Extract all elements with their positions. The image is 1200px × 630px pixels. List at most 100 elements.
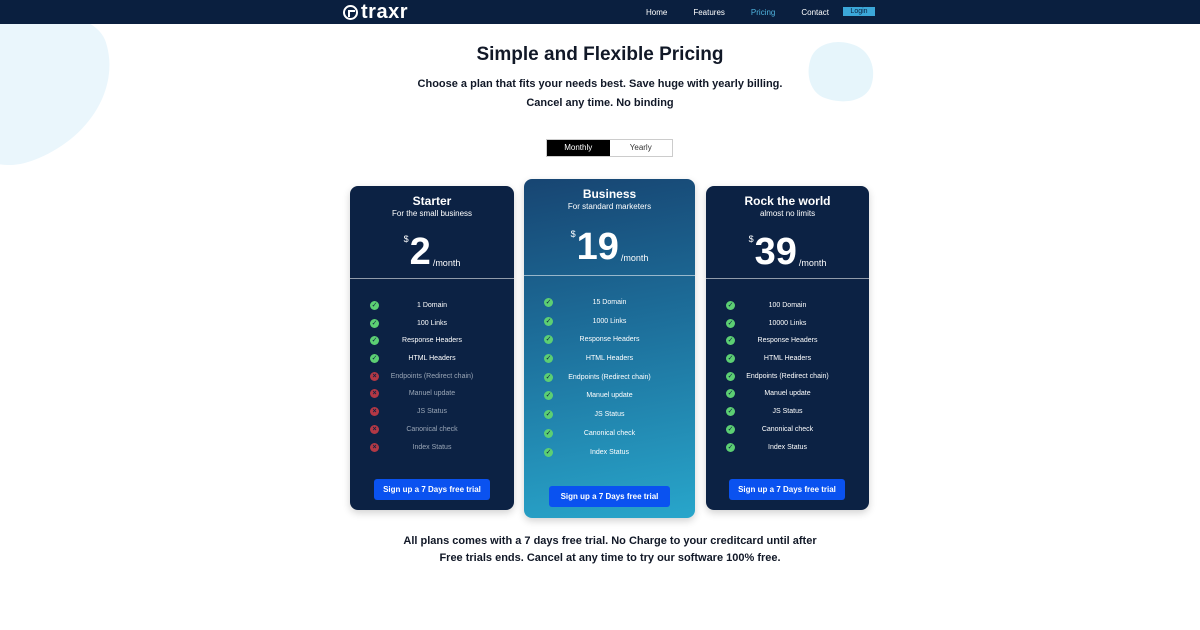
feature-label: Manuel update <box>586 392 633 400</box>
plan-price: $ 39 /month <box>706 231 869 273</box>
feature-item: ✓ 15 Domain <box>524 296 695 315</box>
feature-label: JS Status <box>772 408 803 416</box>
toggle-yearly[interactable]: Yearly <box>609 140 672 156</box>
feature-item: ✓ Index Status <box>524 446 695 465</box>
price-amount: 2 <box>409 231 431 273</box>
plan-card-business: Business For standard marketers $ 19 /mo… <box>524 179 695 518</box>
feature-label: Response Headers <box>579 336 640 344</box>
price-period: /month <box>432 258 461 268</box>
feature-label: Response Headers <box>757 337 818 345</box>
feature-item: ✓ Endpoints (Redirect chain) <box>524 371 695 390</box>
feature-item: ✓ HTML Headers <box>706 352 869 370</box>
feature-label: Response Headers <box>402 337 462 345</box>
footer-note-line-2: Free trials ends. Cancel at any time to … <box>439 552 781 564</box>
page-subtitle: Choose a plan that fits your needs best.… <box>300 75 900 113</box>
feature-list: ✓ 1 Domain ✓ 100 Links ✓ Response Headers ✓ HTM… <box>350 299 514 458</box>
feature-label: Canonical check <box>406 425 458 433</box>
card-divider <box>524 275 695 276</box>
feature-item: ✓ Index Status <box>706 441 869 459</box>
feature-item: ✓ JS Status <box>706 405 869 423</box>
feature-item: × Index Status <box>350 441 514 459</box>
feature-label: Endpoints (Redirect chain) <box>746 372 829 380</box>
signup-trial-button[interactable]: Sign up a 7 Days free trial <box>374 479 490 500</box>
feature-label: Index Status <box>412 443 452 451</box>
main-nav: Home Features Pricing Contact <box>646 0 855 24</box>
feature-label: Index Status <box>590 448 629 456</box>
plan-card-rock-the-world: Rock the world almost no limits $ 39 /mo… <box>706 186 869 510</box>
footer-note-line-1: All plans comes with a 7 days free trial… <box>403 535 817 547</box>
feature-label: HTML Headers <box>763 355 812 363</box>
feature-item: ✓ 1000 Links <box>524 315 695 334</box>
feature-label: 1000 Links <box>592 317 627 325</box>
feature-item: ✓ 100 Domain <box>706 299 869 317</box>
feature-label: HTML Headers <box>585 355 634 363</box>
feature-item: ✓ Endpoints (Redirect chain) <box>706 370 869 388</box>
feature-item: × Canonical check <box>350 423 514 441</box>
feature-label: Manuel update <box>408 390 456 398</box>
feature-item: × JS Status <box>350 405 514 423</box>
top-navbar: traxr Home Features Pricing Contact Logi… <box>0 0 1200 24</box>
feature-item: ✓ Response Headers <box>706 334 869 352</box>
feature-item: ✓ 10000 Links <box>706 317 869 335</box>
billing-toggle: Monthly Yearly <box>546 139 673 157</box>
price-currency: $ <box>570 229 576 239</box>
toggle-monthly[interactable]: Monthly <box>547 140 610 156</box>
feature-item: ✓ HTML Headers <box>350 352 514 370</box>
plan-tagline: For the small business <box>391 209 473 218</box>
feature-item: × Manuel update <box>350 387 514 405</box>
feature-label: 10000 Links <box>768 319 807 327</box>
plan-price: $ 19 /month <box>524 226 695 268</box>
feature-item: ✓ Canonical check <box>524 427 695 446</box>
decorative-blob-left <box>0 0 134 185</box>
nav-item-home[interactable]: Home <box>646 8 667 17</box>
feature-label: Endpoints (Redirect chain) <box>568 373 651 381</box>
plan-name: Starter <box>412 194 452 208</box>
price-period: /month <box>620 253 649 263</box>
feature-item: ✓ 100 Links <box>350 317 514 335</box>
card-divider <box>350 278 514 279</box>
nav-item-pricing[interactable]: Pricing <box>751 8 775 17</box>
price-currency: $ <box>403 234 409 244</box>
nav-item-contact[interactable]: Contact <box>801 8 829 17</box>
feature-label: Endpoints (Redirect chain) <box>390 372 474 380</box>
feature-item: ✓ HTML Headers <box>524 352 695 371</box>
feature-label: 100 Links <box>417 319 447 327</box>
plan-name: Business <box>582 187 637 201</box>
subtitle-line-2: Cancel any time. No binding <box>526 97 674 109</box>
feature-label: 1 Domain <box>417 302 447 309</box>
feature-item: ✓ Response Headers <box>524 333 695 352</box>
nav-item-features[interactable]: Features <box>693 8 725 17</box>
feature-item: ✓ Canonical check <box>706 423 869 441</box>
plan-price: $ 2 /month <box>350 231 514 273</box>
plan-card-starter: Starter For the small business $ 2 /mont… <box>350 186 514 510</box>
traxr-logo-icon <box>343 4 358 20</box>
feature-item: ✓ 1 Domain <box>350 299 514 317</box>
price-currency: $ <box>748 234 754 244</box>
feature-label: 100 Domain <box>768 302 807 309</box>
feature-label: Canonical check <box>761 425 814 433</box>
feature-list: ✓ 15 Domain ✓ 1000 Links ✓ Response Headers ✓ H… <box>524 296 695 464</box>
signup-trial-button[interactable]: Sign up a 7 Days free trial <box>549 486 670 507</box>
plan-tagline: For standard marketers <box>567 202 652 211</box>
brand-logo[interactable]: traxr <box>343 2 408 22</box>
page-title: Simple and Flexible Pricing <box>476 44 724 65</box>
price-amount: 39 <box>754 231 797 273</box>
feature-label: HTML Headers <box>408 355 456 363</box>
feature-label: JS Status <box>594 411 625 419</box>
signup-trial-button[interactable]: Sign up a 7 Days free trial <box>729 479 845 500</box>
feature-item: ✓ Response Headers <box>350 334 514 352</box>
plan-tagline: almost no limits <box>759 209 816 218</box>
feature-label: 15 Domain <box>592 299 627 306</box>
price-amount: 19 <box>576 226 619 268</box>
feature-item: ✓ Manuel update <box>524 389 695 408</box>
feature-label: Index Status <box>768 443 807 451</box>
feature-item: × Endpoints (Redirect chain) <box>350 370 514 388</box>
footer-note: All plans comes with a 7 days free trial… <box>380 533 840 567</box>
login-button[interactable]: Login <box>843 7 875 16</box>
feature-item: ✓ Manuel update <box>706 387 869 405</box>
brand-name: traxr <box>361 1 408 23</box>
feature-label: JS Status <box>417 408 447 416</box>
price-period: /month <box>798 258 827 268</box>
plan-name: Rock the world <box>744 194 831 208</box>
feature-label: Manuel update <box>764 390 811 398</box>
